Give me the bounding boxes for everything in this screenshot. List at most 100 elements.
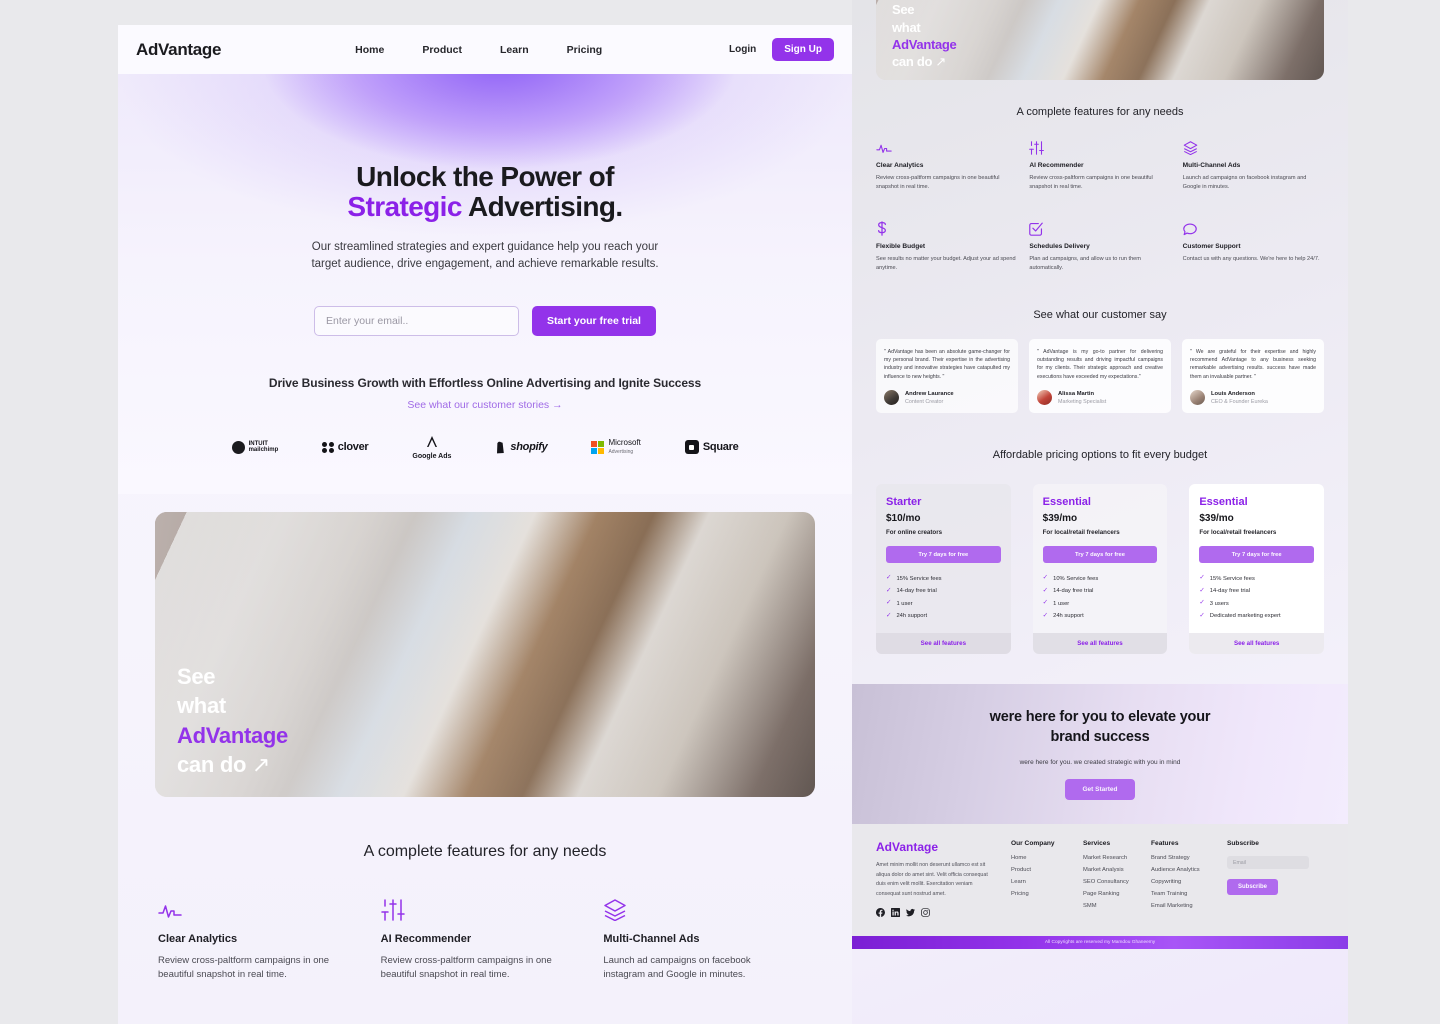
hero-signup-form: Start your free trial bbox=[118, 305, 852, 336]
testimonial-role: Content Creator bbox=[905, 398, 944, 405]
feature-desc: Review cross-paltform campaigns in one b… bbox=[876, 175, 1000, 190]
promo-image-card[interactable]: See what AdVantage can do ↗ bbox=[155, 512, 815, 797]
feature-desc: Review cross-paltform campaigns in one b… bbox=[158, 955, 330, 981]
see-all-features-link[interactable]: See all features bbox=[1189, 633, 1324, 655]
arrow-up-right-icon: ↗ bbox=[935, 53, 947, 69]
chat-icon bbox=[1182, 221, 1324, 236]
plan-feature: ✓ 14-day free trial bbox=[1199, 586, 1251, 595]
feature-desc: Launch ad campaigns on facebook instagra… bbox=[603, 955, 751, 981]
landing-page-right: See what AdVantage can do ↗ A complete f… bbox=[852, 0, 1348, 1024]
plan-trial-button[interactable]: Try 7 days for free bbox=[1199, 546, 1314, 564]
footer-link[interactable]: SEO Consultancy bbox=[1083, 879, 1151, 885]
see-all-features-link[interactable]: See all features bbox=[1032, 633, 1168, 655]
footer-brand-column: AdVantage Amet minim mollit non deserunt… bbox=[876, 840, 1011, 917]
microsoft-label: Microsoft Advertising bbox=[608, 437, 641, 456]
plan-trial-button[interactable]: Try 7 days for free bbox=[886, 546, 1001, 564]
footer-link[interactable]: Email Marketing bbox=[1151, 903, 1227, 909]
instagram-icon[interactable] bbox=[921, 908, 930, 917]
footer-link[interactable]: Pricing bbox=[1011, 891, 1083, 897]
login-link[interactable]: Login bbox=[729, 44, 756, 55]
twitter-icon[interactable] bbox=[906, 908, 915, 917]
facebook-icon[interactable] bbox=[876, 908, 885, 917]
testimonial-person: Alissa Martin Marketing Specialist bbox=[1037, 390, 1163, 406]
promo-caption-right: See what AdVantage can do ↗ bbox=[892, 2, 957, 69]
footer: AdVantage Amet minim mollit non deserunt… bbox=[852, 824, 1348, 950]
promo-image-card-right[interactable]: See what AdVantage can do ↗ bbox=[876, 0, 1324, 80]
see-all-features-link[interactable]: See all features bbox=[876, 633, 1011, 655]
plan-feature: ✓ 24h support bbox=[1042, 611, 1084, 620]
footer-link[interactable]: Home bbox=[1011, 855, 1083, 861]
layers-icon bbox=[1183, 140, 1324, 155]
plan-name: Essential bbox=[1042, 496, 1091, 509]
check-icon: ✓ bbox=[1199, 611, 1205, 619]
check-icon: ✓ bbox=[1199, 599, 1205, 607]
signup-button[interactable]: Sign Up bbox=[772, 38, 834, 61]
footer-link[interactable]: Audience Analytics bbox=[1151, 867, 1227, 873]
footer-link[interactable]: SMM bbox=[1083, 903, 1151, 909]
testimonials-grid: " AdVantage has been an absolute game-ch… bbox=[852, 338, 1348, 414]
feature-desc: See results no matter your budget. Adjus… bbox=[876, 256, 1016, 271]
footer-column-title: Services bbox=[1083, 840, 1111, 848]
footer-link[interactable]: Team Training bbox=[1151, 891, 1227, 897]
plan-price: $39/mo bbox=[1199, 513, 1234, 525]
plan-feature: ✓ 15% Service fees bbox=[1199, 574, 1255, 582]
layers-icon bbox=[603, 897, 812, 921]
nav-item-product[interactable]: Product bbox=[422, 44, 462, 56]
feature-card-ai-recommender: AI Recommender Review cross-paltform cam… bbox=[381, 897, 590, 983]
pricing-grid: Starter $10/mo For online creators Try 7… bbox=[852, 484, 1348, 655]
logo-square: Square bbox=[684, 440, 739, 455]
customer-stories-link[interactable]: See what our customer stories → bbox=[118, 399, 852, 411]
pulse-icon bbox=[876, 140, 1017, 155]
plan-features: ✓ 10% Service fees ✓ 14-day free trial ✓ 1 … bbox=[1043, 575, 1158, 619]
subscribe-button[interactable]: Subscribe bbox=[1227, 879, 1279, 896]
testimonial-person: Louis Anderson CEO & Founder Eureka bbox=[1190, 390, 1316, 406]
clover-label: clover bbox=[337, 441, 369, 454]
footer-link[interactable]: Learn bbox=[1011, 879, 1083, 885]
feature-card-flexible-budget: Flexible Budget See results no matter yo… bbox=[876, 221, 1017, 272]
check-icon: ✓ bbox=[1199, 586, 1205, 594]
footer-column-title: Features bbox=[1151, 840, 1179, 848]
feature-card-clear-analytics: Clear Analytics Review cross-paltform ca… bbox=[158, 897, 367, 983]
page-title: Unlock the Power of Strategic Advertisin… bbox=[118, 161, 852, 222]
nav-item-pricing[interactable]: Pricing bbox=[567, 44, 603, 56]
footer-brand: AdVantage bbox=[876, 840, 939, 855]
footer-column-features: Features Brand Strategy Audience Analyti… bbox=[1151, 840, 1227, 917]
plan-audience: For local/retail freelancers bbox=[1042, 529, 1120, 537]
plan-price: $10/mo bbox=[886, 513, 921, 525]
avatar bbox=[1190, 390, 1205, 406]
footer-link[interactable]: Page Ranking bbox=[1083, 891, 1151, 897]
cta-subtitle: were here for you. we created strategic … bbox=[1019, 759, 1181, 767]
feature-title: Clear Analytics bbox=[158, 933, 238, 945]
brand-logo[interactable]: AdVantage bbox=[136, 40, 221, 60]
mailchimp-label: INTUIT mailchimp bbox=[248, 441, 279, 454]
check-icon: ✓ bbox=[1042, 574, 1049, 582]
copyright-bar: All Copyrights are reserved my Mamdou Gh… bbox=[852, 936, 1348, 950]
get-started-button[interactable]: Get Started bbox=[1065, 779, 1135, 801]
google-ads-icon bbox=[426, 435, 437, 447]
hero-title-line1: Unlock the Power of bbox=[356, 161, 614, 192]
footer-link[interactable]: Brand Strategy bbox=[1151, 855, 1227, 861]
footer-column-our-company: Our Company Home Product Learn Pricing bbox=[1011, 840, 1083, 917]
partner-logos: INTUIT mailchimp clover Google Ads shopi… bbox=[118, 435, 852, 460]
features-heading-right: A complete features for any needs bbox=[1016, 106, 1184, 118]
footer-link[interactable]: Market Research bbox=[1083, 855, 1151, 861]
footer-link[interactable]: Market Analysis bbox=[1083, 867, 1151, 873]
hero-subtitle: Our streamlined strategies and expert gu… bbox=[311, 241, 659, 271]
nav-item-home[interactable]: Home bbox=[355, 44, 384, 56]
footer-link[interactable]: Copywriting bbox=[1151, 879, 1227, 885]
feature-desc: Launch ad campaigns on facebook instagra… bbox=[1182, 175, 1307, 190]
subscribe-email-input[interactable] bbox=[1227, 856, 1309, 870]
pricing-card-essential-2: Essential $39/mo For local/retail freela… bbox=[1189, 484, 1324, 655]
logo-google-ads: Google Ads bbox=[412, 435, 451, 460]
plan-trial-button[interactable]: Try 7 days for free bbox=[1042, 546, 1158, 564]
footer-description: Amet minim mollit non deserunt ullamco e… bbox=[876, 862, 988, 897]
testimonial-name: Andrew Laurance bbox=[905, 390, 954, 397]
nav-item-learn[interactable]: Learn bbox=[500, 44, 529, 56]
footer-link[interactable]: Product bbox=[1011, 867, 1083, 873]
shopify-label: shopify bbox=[510, 441, 548, 454]
linkedin-icon[interactable] bbox=[891, 908, 900, 917]
testimonial-role: CEO & Founder Eureka bbox=[1211, 398, 1268, 405]
email-input[interactable] bbox=[314, 305, 520, 336]
dollar-icon bbox=[876, 221, 1017, 237]
start-free-trial-button[interactable]: Start your free trial bbox=[532, 305, 656, 336]
